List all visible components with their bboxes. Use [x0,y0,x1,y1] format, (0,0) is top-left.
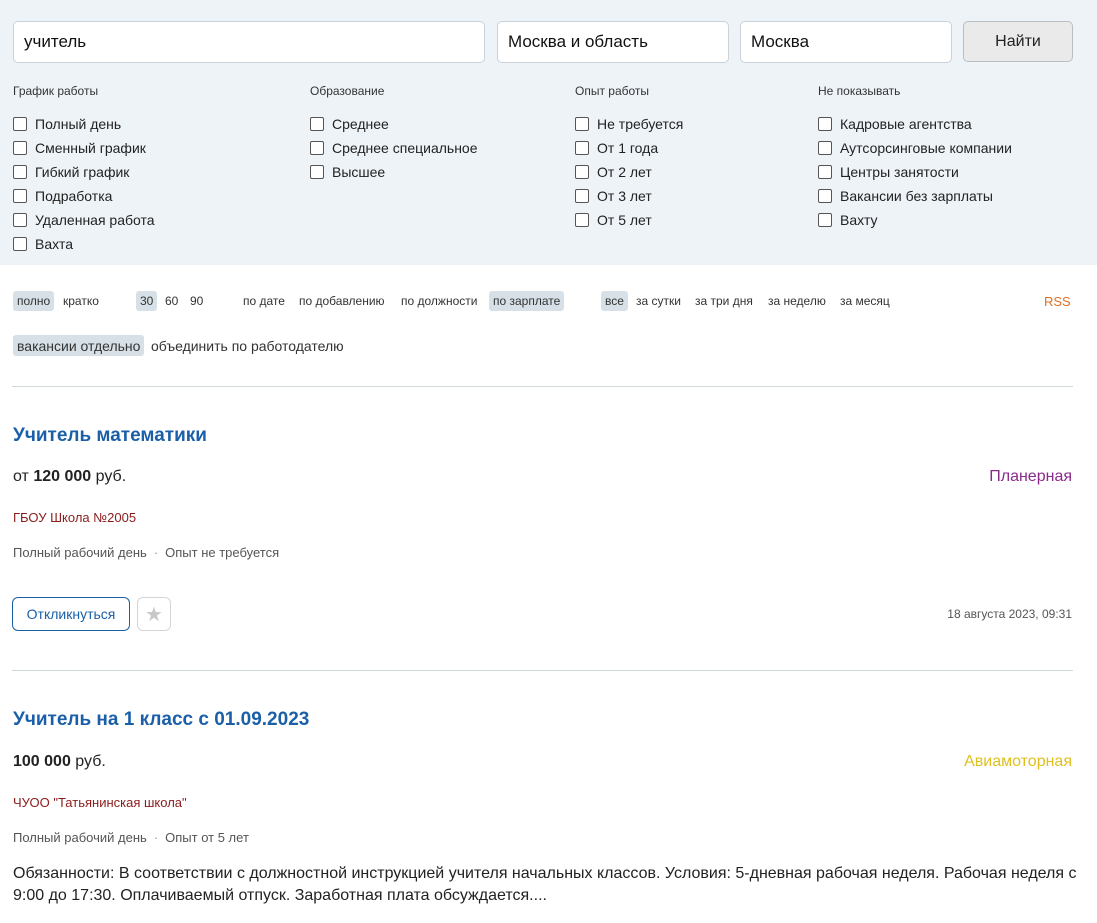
checkbox-education-vocational[interactable]: Среднее специальное [310,136,478,160]
filter-experience-title: Опыт работы [575,84,650,98]
filter-hide-title: Не показывать [818,84,901,98]
checkbox-icon[interactable] [818,117,832,131]
view-short[interactable]: кратко [59,291,103,311]
vacancy-salary: 100 000 руб. [13,753,106,770]
checkbox-hide-rotation[interactable]: Вахту [818,208,1012,232]
period-month[interactable]: за месяц [836,291,894,311]
vacancy-company[interactable]: ЧУОО "Татьянинская школа" [13,795,187,810]
filter-education-title: Образование [310,84,385,98]
checkbox-experience-3[interactable]: От 3 лет [575,184,683,208]
sort-added[interactable]: по добавлению [295,291,389,311]
filter-education: Образование Среднее Среднее специальное … [310,84,478,184]
checkbox-schedule-full-day[interactable]: Полный день [13,112,155,136]
vacancy-salary: от 120 000 руб. [13,468,127,485]
per-page-30[interactable]: 30 [136,291,158,311]
period-week[interactable]: за неделю [764,291,830,311]
filter-schedule: График работы Полный день Сменный график… [13,84,155,256]
checkbox-icon[interactable] [575,141,589,155]
vacancy-metro: Планерная [989,468,1072,485]
vacancy-title[interactable]: Учитель математики [13,425,207,447]
star-icon: ★ [145,603,163,626]
checkbox-hide-agencies[interactable]: Кадровые агентства [818,112,1012,136]
favorite-button[interactable]: ★ [137,597,171,631]
checkbox-icon[interactable] [13,141,27,155]
period-all[interactable]: все [601,291,628,311]
checkbox-schedule-part-time[interactable]: Подработка [13,184,155,208]
checkbox-icon[interactable] [575,213,589,227]
city-input[interactable]: Москва [740,21,952,63]
checkbox-icon[interactable] [13,213,27,227]
checkbox-experience-1[interactable]: От 1 года [575,136,683,160]
view-full[interactable]: полно [13,291,55,311]
checkbox-icon[interactable] [818,141,832,155]
checkbox-icon[interactable] [310,117,324,131]
filter-experience: Опыт работы Не требуется От 1 года От 2 … [575,84,683,232]
period-day[interactable]: за сутки [632,291,685,311]
search-input[interactable]: учитель [13,21,485,63]
checkbox-icon[interactable] [575,117,589,131]
period-three-days[interactable]: за три дня [691,291,757,311]
checkbox-education-secondary[interactable]: Среднее [310,112,478,136]
sort-position[interactable]: по должности [397,291,481,311]
checkbox-icon[interactable] [818,213,832,227]
checkbox-hide-no-salary[interactable]: Вакансии без зарплаты [818,184,1012,208]
checkbox-schedule-rotation[interactable]: Вахта [13,232,155,256]
checkbox-icon[interactable] [13,189,27,203]
checkbox-icon[interactable] [818,189,832,203]
vacancy-metro: Авиамоторная [964,753,1072,770]
per-page-90[interactable]: 90 [186,291,207,311]
vacancy-company[interactable]: ГБОУ Школа №2005 [13,510,136,525]
group-by-employer[interactable]: объединить по работодателю [147,335,348,356]
checkbox-icon[interactable] [575,189,589,203]
checkbox-icon[interactable] [13,237,27,251]
per-page-60[interactable]: 60 [161,291,182,311]
vacancy-date: 18 августа 2023, 09:31 [947,607,1072,621]
sort-salary[interactable]: по зарплате [489,291,565,311]
checkbox-hide-employment-centers[interactable]: Центры занятости [818,160,1012,184]
checkbox-icon[interactable] [818,165,832,179]
vacancy-meta: Полный рабочий день · Опыт от 5 лет [13,830,249,845]
region-select[interactable]: Москва и область [497,21,729,63]
respond-button[interactable]: Откликнуться [12,597,130,631]
checkbox-icon[interactable] [13,117,27,131]
checkbox-schedule-shift[interactable]: Сменный график [13,136,155,160]
group-separate[interactable]: вакансии отдельно [13,335,145,356]
checkbox-experience-none[interactable]: Не требуется [575,112,683,136]
checkbox-icon[interactable] [310,165,324,179]
vacancy-description: Обязанности: В соответствии с должностно… [13,865,1077,904]
filter-schedule-title: График работы [13,84,99,98]
checkbox-icon[interactable] [13,165,27,179]
checkbox-experience-5[interactable]: От 5 лет [575,208,683,232]
checkbox-schedule-flexible[interactable]: Гибкий график [13,160,155,184]
filters-panel: учитель Москва и область Москва Найти Гр… [0,0,1097,265]
rss-link[interactable]: RSS [1044,294,1071,309]
checkbox-icon[interactable] [575,165,589,179]
find-button[interactable]: Найти [963,21,1073,62]
vacancy-title[interactable]: Учитель на 1 класс с 01.09.2023 [13,709,309,731]
divider [12,386,1073,387]
checkbox-education-higher[interactable]: Высшее [310,160,478,184]
vacancy-meta: Полный рабочий день · Опыт не требуется [13,545,280,560]
filter-hide: Не показывать Кадровые агентства Аутсорс… [818,84,1012,232]
checkbox-icon[interactable] [310,141,324,155]
checkbox-schedule-remote[interactable]: Удаленная работа [13,208,155,232]
divider [12,670,1073,671]
sort-date[interactable]: по дате [239,291,289,311]
checkbox-hide-outsourcing[interactable]: Аутсорсинговые компании [818,136,1012,160]
checkbox-experience-2[interactable]: От 2 лет [575,160,683,184]
